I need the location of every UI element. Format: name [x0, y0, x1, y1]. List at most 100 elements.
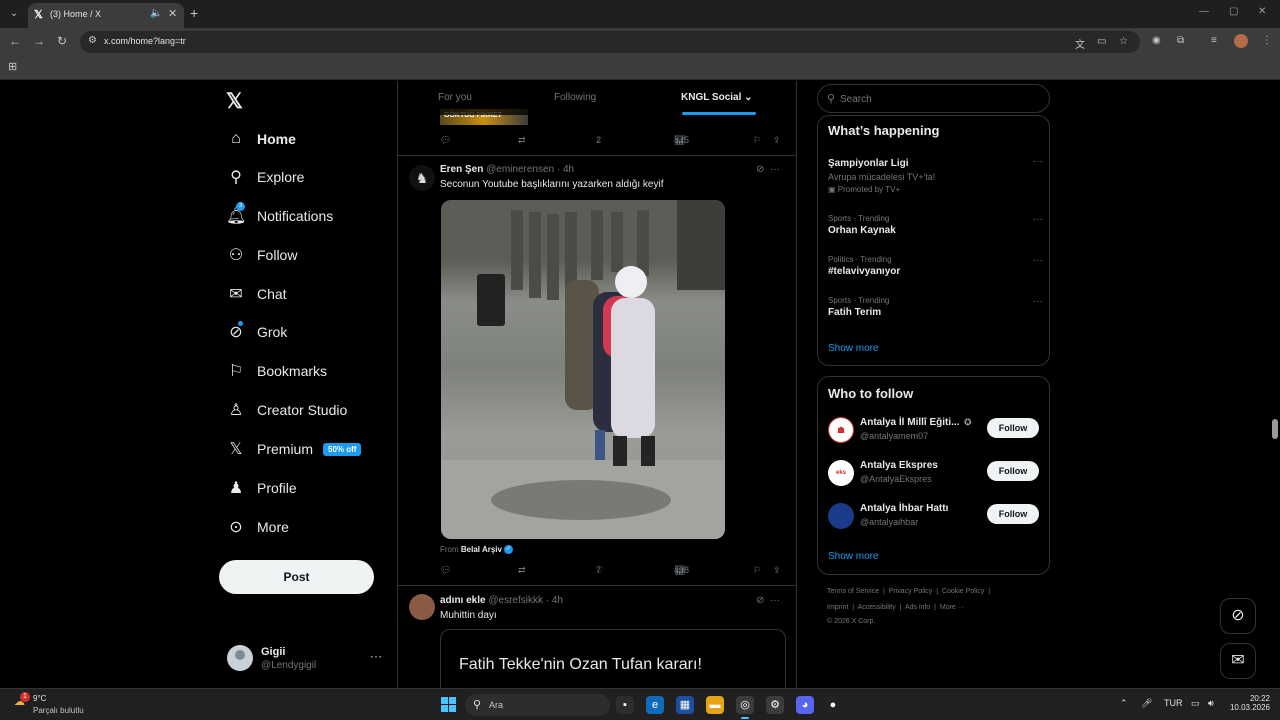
nav-chat[interactable]: ✉ Chat	[226, 282, 286, 306]
grok-icon[interactable]: ⊘	[756, 164, 764, 175]
tweet-time[interactable]: · 4h	[546, 595, 563, 606]
extension-icon[interactable]: ◉	[1152, 35, 1161, 46]
more-dots-icon[interactable]: ···	[770, 595, 780, 606]
follow-button[interactable]: Follow	[987, 418, 1039, 438]
system-clock[interactable]: 20:22 10.03.2026	[1226, 694, 1270, 712]
more-dots-icon[interactable]: ···	[770, 164, 780, 175]
tweet-author-name[interactable]: adını ekle	[440, 595, 486, 606]
more-dots-icon[interactable]: ···	[1033, 156, 1043, 167]
browser-profile-avatar[interactable]	[1234, 34, 1248, 48]
media-icon[interactable]: ≡	[1211, 35, 1217, 46]
microphone-icon[interactable]: 🎤︎	[1141, 698, 1152, 709]
new-tab-plus-icon[interactable]: +	[190, 5, 198, 21]
tab-search-chevron-icon[interactable]: ⌄	[6, 6, 22, 22]
link-card[interactable]: Fatih Tekke'nin Ozan Tufan kararı!	[440, 629, 786, 688]
bookmark-star-icon[interactable]: ☆	[1119, 36, 1128, 47]
nav-notifications[interactable]: 🔔︎ 3 Notifications	[226, 202, 333, 228]
more-dots-icon[interactable]: ···	[1033, 214, 1043, 225]
app-icon[interactable]: ●	[824, 696, 842, 714]
nav-profile[interactable]: ♟ Profile	[226, 476, 297, 500]
trend-item[interactable]: Sports · Trending Fatih Terim ···	[828, 296, 1043, 318]
translate-icon[interactable]: 文	[1075, 36, 1085, 51]
site-info-icon[interactable]: ⚙	[88, 35, 97, 46]
tweet-author-handle[interactable]: @esrefsikkk	[488, 595, 543, 606]
address-bar[interactable]: ⚙ x.com/home?lang=tr 文 ▭ ☆	[80, 31, 1140, 53]
tweet-video[interactable]	[441, 200, 725, 539]
x-logo-icon[interactable]: 𝕏	[226, 89, 243, 114]
url-text[interactable]: x.com/home?lang=tr	[104, 36, 186, 46]
minimize-icon[interactable]: —	[1199, 6, 1209, 17]
grok-fab-icon[interactable]: ⊘	[1220, 598, 1256, 634]
chrome-icon[interactable]: ◎	[736, 696, 754, 719]
nav-premium[interactable]: 𝕏 Premium 50% off	[226, 437, 362, 461]
browser-tab[interactable]: 𝕏 (3) Home / X 🔈 ✕	[28, 3, 184, 28]
nav-follow[interactable]: ⚇ Follow	[226, 243, 298, 267]
nav-bookmarks[interactable]: ⚐ Bookmarks	[226, 359, 327, 383]
speaker-icon[interactable]: 🔈	[150, 8, 162, 19]
tab-kngl-social[interactable]: KNGL Social ⌄	[681, 92, 753, 103]
tab-close-icon[interactable]: ✕	[168, 7, 177, 20]
footer-link[interactable]: More ···	[940, 604, 965, 611]
edge-icon[interactable]: e	[646, 696, 664, 714]
source-name[interactable]: Belal Arşiv	[461, 545, 502, 554]
task-view-icon[interactable]: ▪	[616, 696, 634, 714]
settings-gear-icon[interactable]: ⚙	[766, 696, 784, 714]
trend-item[interactable]: Şampiyonlar Ligi Avrupa mücadelesi TV+'t…	[828, 156, 1043, 194]
nav-explore[interactable]: ⚲ Explore	[226, 165, 304, 189]
tray-chevron-icon[interactable]: ⌃	[1120, 698, 1128, 709]
network-icon[interactable]: ▭	[1191, 698, 1200, 709]
tweet-time[interactable]: · 4h	[557, 164, 574, 175]
reload-icon[interactable]: ↻	[57, 34, 67, 48]
cast-icon[interactable]: ▭	[1097, 36, 1106, 47]
tweet-author-handle[interactable]: @eminerensen	[486, 164, 554, 175]
apps-grid-icon[interactable]: ⊞	[8, 60, 17, 73]
retweet-icon[interactable]: ⇄	[518, 135, 526, 146]
reply-icon[interactable]: 💬︎	[440, 135, 451, 146]
trend-item[interactable]: Sports · Trending Orhan Kaynak ···	[828, 214, 1043, 236]
share-icon[interactable]: ⇪	[773, 135, 781, 146]
account-switcher[interactable]: Gigii @Lendygigil ···	[226, 643, 386, 673]
discord-icon[interactable]: ◕	[796, 696, 814, 714]
footer-link[interactable]: Imprint	[827, 604, 848, 611]
store-icon[interactable]: ▦	[676, 696, 694, 714]
nav-home[interactable]: ⌂ Home	[226, 127, 296, 151]
retweet-icon[interactable]: ⇄	[518, 565, 526, 576]
footer-link[interactable]: Ads info	[905, 604, 930, 611]
scrollbar-thumb[interactable]	[1272, 419, 1278, 439]
tab-following[interactable]: Following	[554, 92, 596, 103]
nav-creator-studio[interactable]: ♙ Creator Studio	[226, 398, 347, 422]
post-button[interactable]: Post	[219, 560, 374, 594]
windows-start-icon[interactable]	[441, 697, 456, 712]
taskbar-search[interactable]: ⚲ Ara	[465, 694, 610, 716]
footer-link[interactable]: Terms of Service	[827, 588, 879, 595]
window-close-icon[interactable]: ✕	[1258, 6, 1266, 17]
avatar[interactable]: ♞	[409, 165, 435, 191]
back-arrow-icon[interactable]: ←	[9, 34, 21, 48]
bookmark-icon[interactable]: ⚐	[753, 565, 761, 576]
share-icon[interactable]: ⇪	[773, 565, 781, 576]
footer-link[interactable]: Cookie Policy	[942, 588, 984, 595]
language-indicator[interactable]: TUR	[1164, 698, 1183, 708]
trend-item[interactable]: Politics · Trending #telavivyanıyor ···	[828, 255, 1043, 277]
follow-button[interactable]: Follow	[987, 461, 1039, 481]
messages-fab-icon[interactable]: ✉	[1220, 643, 1256, 679]
tab-for-you[interactable]: For you	[438, 92, 472, 103]
search-box[interactable]: ⚲ Search	[817, 84, 1050, 113]
show-more-link[interactable]: Show more	[828, 343, 879, 354]
nav-grok[interactable]: ⊘ Grok	[226, 320, 287, 344]
tweet-author-name[interactable]: Eren Şen	[440, 164, 483, 175]
follow-suggestion[interactable]: ☗ Antalya İl Millî Eğiti... @antalyamem0…	[828, 415, 1041, 445]
nav-more[interactable]: ⊙ More	[226, 515, 289, 539]
browser-menu-icon[interactable]: ⋮	[1262, 35, 1272, 46]
reply-icon[interactable]: 💬︎	[440, 565, 451, 576]
bookmark-icon[interactable]: ⚐	[753, 135, 761, 146]
scrollbar[interactable]	[1270, 81, 1280, 688]
file-explorer-icon[interactable]: ▬	[706, 696, 724, 714]
follow-button[interactable]: Follow	[987, 504, 1039, 524]
volume-icon[interactable]: 🔊︎	[1208, 698, 1214, 709]
follow-suggestion[interactable]: Antalya İhbar Hattı @antalyaihbar Follow	[828, 501, 1041, 531]
grok-icon[interactable]: ⊘	[756, 595, 764, 606]
forward-arrow-icon[interactable]: →	[33, 34, 45, 48]
footer-link[interactable]: Privacy Policy	[889, 588, 933, 595]
show-more-link[interactable]: Show more	[828, 551, 879, 562]
